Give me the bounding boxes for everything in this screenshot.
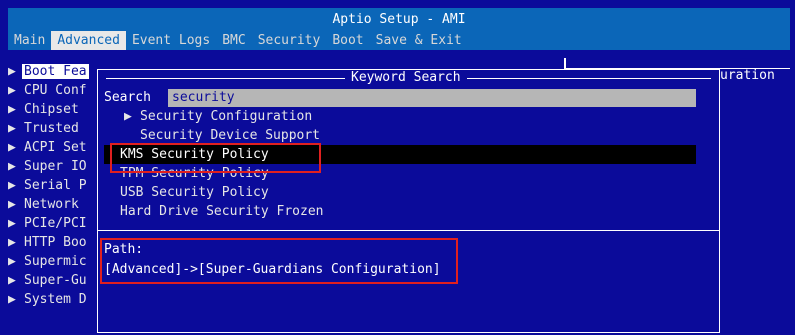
help-panel-text: uration	[720, 68, 775, 83]
menu-item-super-io[interactable]: ▶ Super IO	[8, 157, 98, 176]
menu-item-super-guardians[interactable]: ▶ Super-Gu	[8, 271, 98, 290]
result-item-hard-drive-security-frozen[interactable]: Hard Drive Security Frozen	[104, 202, 696, 221]
submenu-arrow-icon: ▶	[124, 109, 132, 124]
dialog-separator	[98, 230, 719, 231]
search-input[interactable]: security	[168, 89, 696, 107]
submenu-arrow-icon: ▶	[8, 216, 16, 231]
tab-save-exit[interactable]: Save & Exit	[370, 31, 468, 50]
tab-advanced[interactable]: Advanced	[51, 31, 126, 50]
submenu-arrow-icon: ▶	[8, 121, 16, 136]
tab-main[interactable]: Main	[8, 31, 51, 50]
keyword-search-dialog: Keyword Search Search security ▶ Security…	[97, 69, 720, 333]
tab-security[interactable]: Security	[252, 31, 327, 50]
menu-item-pcie-pci[interactable]: ▶ PCIe/PCI	[8, 214, 98, 233]
result-item-usb-security-policy[interactable]: USB Security Policy	[104, 183, 696, 202]
search-row: Search security	[104, 89, 696, 107]
submenu-arrow-icon: ▶	[8, 292, 16, 307]
menu-item-network[interactable]: ▶ Network	[8, 195, 98, 214]
menu-item-chipset[interactable]: ▶ Chipset	[8, 100, 98, 119]
submenu-arrow-icon: ▶	[8, 235, 16, 250]
menu-item-acpi-settings[interactable]: ▶ ACPI Set	[8, 138, 98, 157]
submenu-arrow-icon: ▶	[8, 178, 16, 193]
menu-item-system-d[interactable]: ▶ System D	[8, 290, 98, 309]
advanced-menu-list: ▶ Boot Fea ▶ CPU Conf ▶ Chipset ▶ Trusted ▶ A…	[8, 62, 98, 309]
tab-boot[interactable]: Boot	[326, 31, 369, 50]
window-title: Aptio Setup - AMI	[332, 12, 466, 27]
menu-item-boot-feature[interactable]: ▶ Boot Fea	[8, 62, 98, 81]
header-bar: Aptio Setup - AMI Main Advanced Event Lo…	[8, 8, 790, 50]
submenu-arrow-icon: ▶	[8, 140, 16, 155]
menu-item-http-boot[interactable]: ▶ HTTP Boo	[8, 233, 98, 252]
submenu-arrow-icon: ▶	[8, 102, 16, 117]
submenu-arrow-icon: ▶	[8, 159, 16, 174]
menu-item-supermicro[interactable]: ▶ Supermic	[8, 252, 98, 271]
submenu-arrow-icon: ▶	[8, 254, 16, 269]
tab-event-logs[interactable]: Event Logs	[126, 31, 216, 50]
search-label: Search	[104, 90, 151, 105]
submenu-arrow-icon: ▶	[8, 83, 16, 98]
annotation-highlight-box	[110, 143, 321, 173]
dialog-title: Keyword Search	[345, 70, 467, 86]
result-item-security-configuration[interactable]: ▶ Security Configuration	[104, 107, 696, 126]
menu-bar: Main Advanced Event Logs BMC Security Bo…	[8, 31, 468, 50]
submenu-arrow-icon: ▶	[8, 273, 16, 288]
tab-bmc[interactable]: BMC	[216, 31, 251, 50]
menu-item-cpu-configuration[interactable]: ▶ CPU Conf	[8, 81, 98, 100]
submenu-arrow-icon: ▶	[8, 197, 16, 212]
menu-item-serial-port[interactable]: ▶ Serial P	[8, 176, 98, 195]
menu-item-trusted[interactable]: ▶ Trusted	[8, 119, 98, 138]
annotation-path-box	[100, 238, 458, 284]
